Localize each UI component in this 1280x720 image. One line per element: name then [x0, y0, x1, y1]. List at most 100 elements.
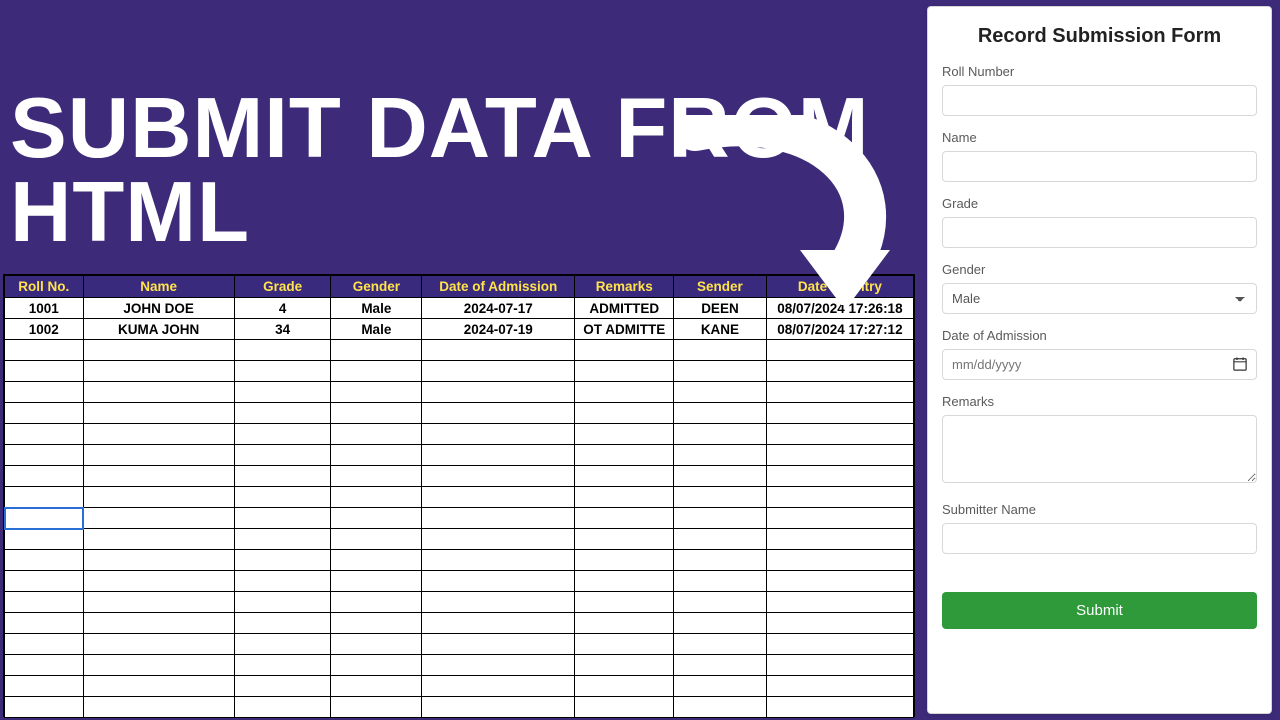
cell[interactable] — [83, 361, 234, 382]
cell[interactable] — [234, 655, 331, 676]
roll-number-input[interactable] — [942, 85, 1257, 116]
table-row[interactable] — [5, 340, 914, 361]
cell[interactable] — [83, 445, 234, 466]
table-row[interactable]: 1001JOHN DOE4Male2024-07-17ADMITTEDDEEN0… — [5, 298, 914, 319]
cell[interactable] — [674, 403, 767, 424]
cell[interactable] — [83, 340, 234, 361]
cell[interactable] — [766, 634, 913, 655]
cell[interactable]: 34 — [234, 319, 331, 340]
cell[interactable] — [674, 655, 767, 676]
submit-button[interactable]: Submit — [942, 592, 1257, 629]
cell[interactable] — [575, 529, 674, 550]
table-row[interactable] — [5, 571, 914, 592]
cell[interactable] — [331, 403, 422, 424]
cell[interactable] — [575, 487, 674, 508]
cell[interactable] — [422, 676, 575, 697]
cell[interactable] — [575, 340, 674, 361]
cell[interactable] — [575, 508, 674, 529]
cell[interactable] — [331, 361, 422, 382]
table-row[interactable] — [5, 403, 914, 424]
cell[interactable] — [5, 508, 84, 529]
cell[interactable] — [575, 445, 674, 466]
cell[interactable] — [422, 529, 575, 550]
column-header[interactable]: Name — [83, 276, 234, 298]
cell[interactable] — [234, 508, 331, 529]
table-row[interactable] — [5, 592, 914, 613]
cell[interactable] — [234, 445, 331, 466]
cell[interactable] — [575, 382, 674, 403]
table-row[interactable] — [5, 613, 914, 634]
cell[interactable] — [766, 697, 913, 718]
column-header[interactable]: Date of Admission — [422, 276, 575, 298]
cell[interactable] — [331, 529, 422, 550]
cell[interactable]: DEEN — [674, 298, 767, 319]
submitter-name-input[interactable] — [942, 523, 1257, 554]
table-row[interactable]: 1002KUMA JOHN34Male2024-07-19OT ADMITTEK… — [5, 319, 914, 340]
name-input[interactable] — [942, 151, 1257, 182]
cell[interactable] — [234, 340, 331, 361]
cell[interactable] — [422, 424, 575, 445]
column-header[interactable]: Gender — [331, 276, 422, 298]
cell[interactable] — [766, 655, 913, 676]
cell[interactable] — [83, 676, 234, 697]
cell[interactable] — [575, 697, 674, 718]
cell[interactable]: 4 — [234, 298, 331, 319]
table-row[interactable] — [5, 634, 914, 655]
cell[interactable] — [766, 676, 913, 697]
cell[interactable] — [422, 487, 575, 508]
cell[interactable] — [331, 487, 422, 508]
column-header[interactable]: Remarks — [575, 276, 674, 298]
cell[interactable] — [422, 592, 575, 613]
cell[interactable] — [234, 361, 331, 382]
cell[interactable] — [331, 340, 422, 361]
cell[interactable] — [674, 424, 767, 445]
cell[interactable] — [83, 382, 234, 403]
cell[interactable] — [766, 487, 913, 508]
cell[interactable] — [83, 655, 234, 676]
cell[interactable] — [422, 571, 575, 592]
cell[interactable] — [331, 445, 422, 466]
cell[interactable] — [331, 424, 422, 445]
cell[interactable] — [234, 487, 331, 508]
cell[interactable] — [234, 676, 331, 697]
table-row[interactable] — [5, 361, 914, 382]
cell[interactable] — [83, 592, 234, 613]
cell[interactable] — [674, 508, 767, 529]
cell[interactable] — [422, 613, 575, 634]
cell[interactable] — [422, 403, 575, 424]
cell[interactable] — [5, 445, 84, 466]
cell[interactable] — [331, 634, 422, 655]
cell[interactable] — [5, 403, 84, 424]
cell[interactable] — [83, 697, 234, 718]
cell[interactable] — [575, 424, 674, 445]
cell[interactable]: KANE — [674, 319, 767, 340]
cell[interactable] — [674, 676, 767, 697]
cell[interactable]: 08/07/2024 17:27:12 — [766, 319, 913, 340]
cell[interactable] — [766, 424, 913, 445]
table-row[interactable] — [5, 424, 914, 445]
cell[interactable] — [674, 487, 767, 508]
cell[interactable] — [83, 550, 234, 571]
cell[interactable] — [766, 592, 913, 613]
cell[interactable] — [234, 424, 331, 445]
cell[interactable] — [422, 550, 575, 571]
cell[interactable] — [674, 613, 767, 634]
cell[interactable] — [331, 613, 422, 634]
cell[interactable] — [422, 508, 575, 529]
cell[interactable] — [575, 550, 674, 571]
cell[interactable]: 1001 — [5, 298, 84, 319]
cell[interactable] — [5, 340, 84, 361]
cell[interactable]: OT ADMITTE — [575, 319, 674, 340]
cell[interactable] — [234, 466, 331, 487]
cell[interactable] — [331, 466, 422, 487]
table-row[interactable] — [5, 655, 914, 676]
cell[interactable] — [674, 634, 767, 655]
table-row[interactable] — [5, 466, 914, 487]
remarks-textarea[interactable] — [942, 415, 1257, 483]
cell[interactable] — [234, 550, 331, 571]
cell[interactable] — [575, 361, 674, 382]
cell[interactable]: 2024-07-19 — [422, 319, 575, 340]
cell[interactable]: 2024-07-17 — [422, 298, 575, 319]
cell[interactable] — [674, 445, 767, 466]
cell[interactable] — [5, 466, 84, 487]
